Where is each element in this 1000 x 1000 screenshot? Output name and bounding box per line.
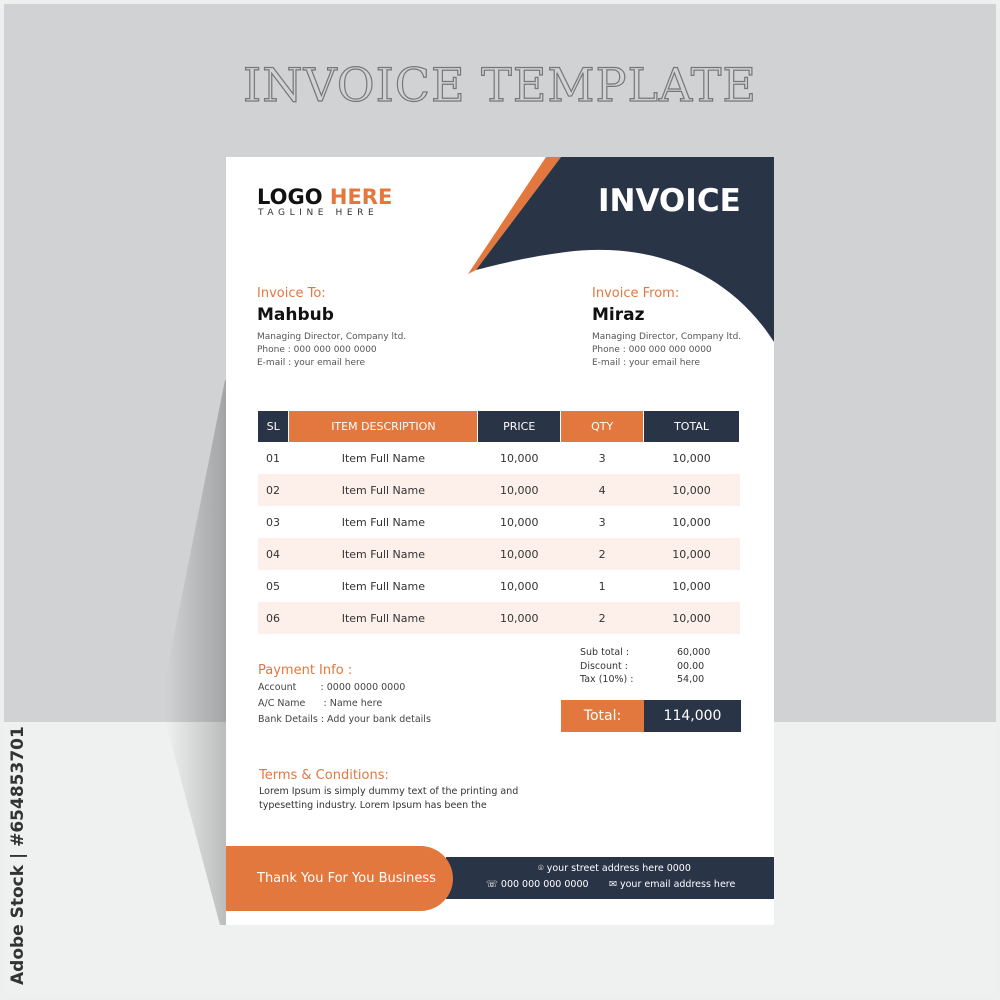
- cell-total: 10,000: [643, 602, 740, 634]
- from-role: Managing Director, Company ltd.: [592, 332, 742, 342]
- cell-qty: 4: [560, 474, 644, 506]
- cell-sl: 01: [266, 451, 280, 465]
- logo: LOGO HERE: [257, 185, 393, 209]
- footer-contact: ⌾ your street address here 0000 ☏ 000 00…: [446, 857, 774, 899]
- invoice-paper: LOGO HERE TAGLINE HERE INVOICE Invoice T…: [226, 157, 774, 925]
- terms-title: Terms & Conditions:: [259, 768, 389, 783]
- table-row: 05 Item Full Name 10,000 1 10,000: [258, 570, 740, 602]
- footer-email: your email address here: [619, 879, 736, 890]
- from-email: E-mail : your email here: [592, 358, 701, 368]
- invoice-from: Invoice From: Miraz Managing Director, C…: [592, 286, 741, 370]
- terms: Terms & Conditions: Lorem Ipsum is simpl…: [259, 768, 519, 812]
- location-pin-icon: ⌾: [538, 863, 547, 874]
- cell-total: 10,000: [672, 515, 711, 529]
- cell-item: Item Full Name: [341, 579, 426, 593]
- phone-icon: ☏: [486, 879, 501, 890]
- total-label: Total:: [561, 700, 644, 732]
- payment-acname: A/C Name : Name here: [258, 698, 383, 709]
- cell-qty: 3: [598, 451, 606, 465]
- cell-price: 10,000: [477, 538, 561, 570]
- cell-total: 10,000: [643, 538, 740, 570]
- table-row: 03 Item Full Name 10,000 3 10,000: [258, 506, 740, 538]
- address-row: ⌾ your street address here 0000: [538, 863, 691, 874]
- total-value: 114,000: [644, 700, 741, 732]
- to-name: Mahbub: [257, 305, 334, 325]
- from-phone: Phone : 000 000 000 0000: [592, 345, 712, 355]
- cell-total: 10,000: [643, 474, 740, 506]
- discount-value: 00.00: [677, 660, 705, 672]
- tagline: TAGLINE HERE: [258, 208, 379, 218]
- cell-price: 10,000: [477, 474, 561, 506]
- subtotal-label: Sub total :: [580, 647, 630, 658]
- cell-total: 10,000: [672, 579, 711, 593]
- col-item: ITEM DESCRIPTION: [288, 411, 479, 442]
- cell-item: Item Full Name: [288, 538, 478, 570]
- cell-price: 10,000: [477, 602, 561, 634]
- cell-price: 10,000: [499, 451, 539, 465]
- to-role: Managing Director, Company ltd.: [257, 332, 407, 342]
- cell-sl: 02: [258, 474, 289, 506]
- col-sl: SL: [258, 411, 290, 442]
- cell-item: Item Full Name: [288, 602, 478, 634]
- tax-label: Tax (10%) :: [580, 674, 634, 685]
- cell-qty: 1: [598, 579, 606, 593]
- to-email: E-mail : your email here: [257, 358, 366, 368]
- col-qty: QTY: [560, 411, 645, 442]
- cell-sl: 06: [258, 602, 289, 634]
- payment-info: Payment Info : Account : 0000 0000 0000 …: [258, 663, 431, 728]
- cell-item: Item Full Name: [341, 451, 426, 465]
- email-row: ✉ your email address here: [609, 879, 735, 890]
- cell-qty: 2: [560, 538, 644, 570]
- phone-row: ☏ 000 000 000 0000: [486, 879, 589, 890]
- items-table: SL ITEM DESCRIPTION PRICE QTY TOTAL 01 It…: [258, 411, 740, 634]
- subtotal-value: 60,000: [677, 647, 711, 658]
- payment-account: Account : 0000 0000 0000: [258, 682, 406, 693]
- table-row: 06 Item Full Name 10,000 2 10,000: [258, 602, 740, 634]
- cell-item: Item Full Name: [341, 515, 426, 529]
- cell-qty: 3: [598, 515, 606, 529]
- col-total: TOTAL: [643, 411, 740, 442]
- table-row: 02 Item Full Name 10,000 4 10,000: [258, 474, 740, 506]
- col-price: PRICE: [477, 411, 562, 442]
- page-title: INVOICE TEMPLATE: [242, 57, 757, 112]
- footer-phone: 000 000 000 0000: [500, 879, 589, 890]
- thank-you-banner: Thank You For You Business: [226, 846, 453, 911]
- table-row: 01 Item Full Name 10,000 3 10,000: [258, 442, 740, 474]
- payment-title: Payment Info :: [258, 663, 353, 678]
- summary-values: 60,000 00.00 54,00: [677, 646, 710, 687]
- invoice-to: Invoice To: Mahbub Managing Director, Co…: [257, 286, 406, 370]
- cell-sl: 04: [258, 538, 289, 570]
- discount-label: Discount :: [580, 660, 628, 672]
- payment-bank: Bank Details : Add your bank details: [258, 714, 431, 725]
- to-phone: Phone : 000 000 000 0000: [257, 345, 377, 355]
- summary-labels: Sub total : Discount : Tax (10%) :: [580, 646, 633, 687]
- stock-watermark: Adobe Stock | #654853701: [8, 726, 28, 985]
- from-label: Invoice From:: [592, 286, 680, 301]
- terms-text: Lorem Ipsum is simply dummy text of the …: [259, 786, 519, 811]
- tax-value: 54,00: [677, 674, 705, 685]
- envelope-icon: ✉: [609, 879, 620, 890]
- to-label: Invoice To:: [257, 286, 326, 301]
- footer-address: your street address here 0000: [546, 863, 691, 874]
- invoice-title: INVOICE: [598, 183, 741, 219]
- cell-qty: 2: [560, 602, 644, 634]
- cell-sl: 05: [266, 579, 280, 593]
- from-name: Miraz: [592, 305, 645, 325]
- cell-price: 10,000: [499, 579, 539, 593]
- cell-price: 10,000: [499, 515, 539, 529]
- cell-item: Item Full Name: [288, 474, 478, 506]
- table-row: 04 Item Full Name 10,000 2 10,000: [258, 538, 740, 570]
- cell-sl: 03: [266, 515, 280, 529]
- cell-total: 10,000: [672, 451, 711, 465]
